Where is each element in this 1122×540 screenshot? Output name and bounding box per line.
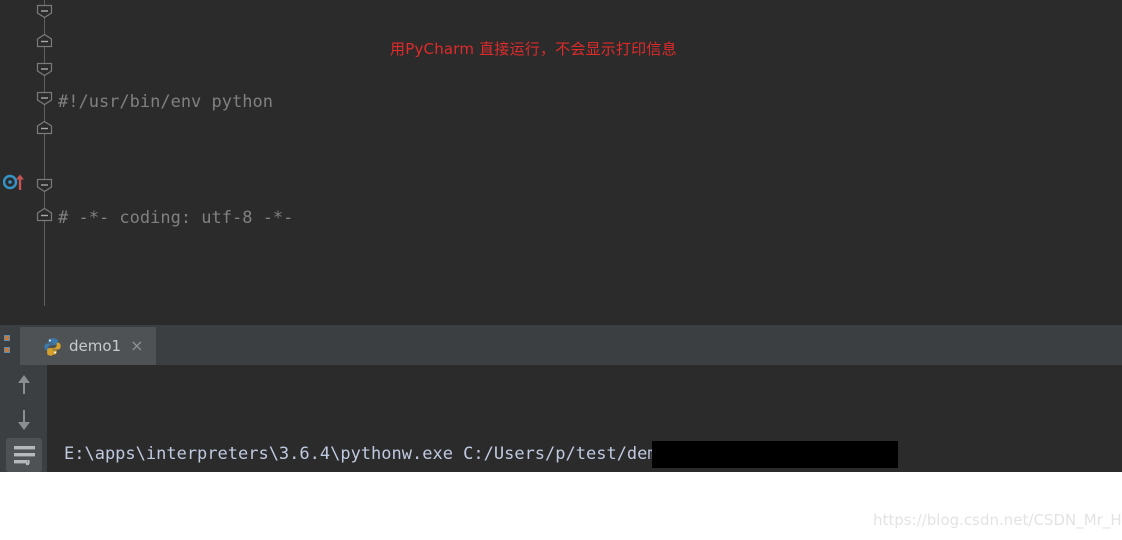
run-console-toolbar[interactable] [0,365,47,472]
console-command-prefix: E:\apps\interpreters\3.6.4\pythonw.exe C… [64,444,556,464]
scroll-down-button[interactable] [6,403,42,437]
code-line[interactable]: # -*- coding: utf-8 -*- [58,204,1122,233]
run-console-output[interactable]: E:\apps\interpreters\3.6.4\pythonw.exe C… [47,365,1122,472]
red-annotation-text: 用PyCharm 直接运行，不会显示打印信息 [390,40,677,58]
code-editor[interactable]: #!/usr/bin/env python # -*- coding: utf-… [0,0,1122,462]
tab-strip-indicator [3,333,13,357]
fold-marker[interactable] [36,207,53,222]
soft-wrap-toggle[interactable] [6,438,42,472]
redaction-bar [652,441,898,468]
scroll-up-button[interactable] [6,368,42,402]
code-token-shebang: #!/usr/bin/env python [58,91,273,112]
python-icon [43,337,62,356]
editor-icon-gutter[interactable] [0,0,32,320]
code-token-coding: # -*- coding: utf-8 -*- [58,208,294,229]
fold-marker[interactable] [36,62,53,77]
fold-marker[interactable] [36,4,53,19]
close-icon[interactable]: × [130,338,143,354]
method-override-icon[interactable] [2,173,27,191]
watermark: https://blog.csdn.net/CSDN_Mr_H [873,511,1122,529]
fold-marker[interactable] [36,178,53,193]
fold-marker[interactable] [36,120,53,135]
fold-marker[interactable] [36,33,53,48]
run-tool-window[interactable]: demo1 × E:\apps\interpreters\3.6.4\pytho… [0,320,1122,472]
code-line[interactable]: #!/usr/bin/env python [58,88,1122,117]
pycharm-window: #!/usr/bin/env python # -*- coding: utf-… [0,0,1122,540]
run-console-tab-demo1[interactable]: demo1 × [20,327,156,365]
run-tab-label: demo1 [69,337,122,355]
console-command-line: E:\apps\interpreters\3.6.4\pythonw.exe C… [64,440,1122,469]
fold-marker[interactable] [36,91,53,106]
editor-fold-gutter[interactable] [32,0,58,320]
run-tab-strip[interactable]: demo1 × [0,325,1122,365]
